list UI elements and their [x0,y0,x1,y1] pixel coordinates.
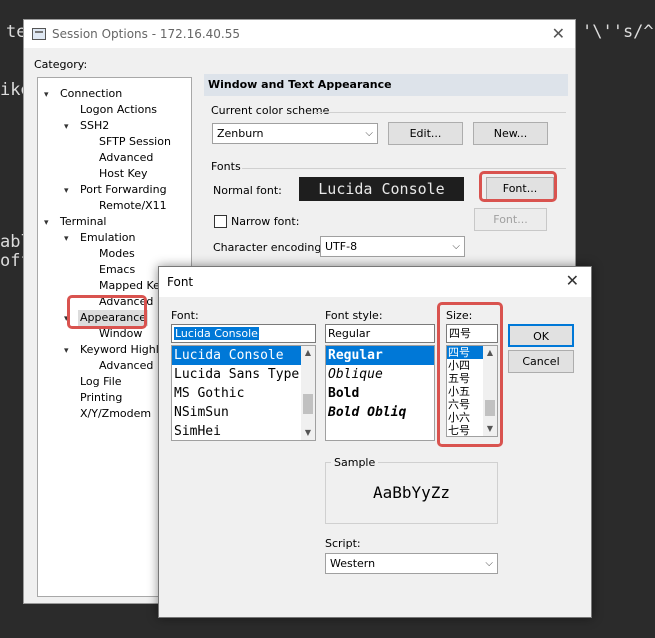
collapse-icon[interactable]: ▾ [64,186,69,196]
tree-item-host-key[interactable]: Host Key [99,166,148,182]
font-dialog-titlebar[interactable]: Font [159,267,591,297]
close-icon[interactable]: ✕ [552,24,565,43]
normal-font-label: Normal font: [213,184,282,197]
highlight-size-list [437,302,503,447]
script-select[interactable]: Western ⌵ [325,553,498,574]
tree-item-ssh2-advanced[interactable]: Advanced [99,150,153,166]
chevron-down-icon: ⌵ [485,558,493,569]
font-dialog: Font ✕ Font: Lucida Console Lucida Conso… [158,266,592,618]
tree-item-log-file[interactable]: Log File [80,374,122,390]
list-item[interactable]: MS Gothic [172,384,315,403]
list-item[interactable]: SimHei [172,422,315,440]
tree-item-connection[interactable]: Connection [60,86,122,102]
tree-item-printing[interactable]: Printing [80,390,122,406]
tree-item-modes[interactable]: Modes [99,246,135,262]
tree-item-port-forwarding[interactable]: Port Forwarding [80,182,167,198]
cancel-button[interactable]: Cancel [508,350,574,373]
highlight-font-button [479,171,557,202]
terminal-text: '\''s/^ [582,22,654,42]
encoding-value: UTF-8 [325,240,358,253]
sample-box: AaBbYyZz [325,462,498,524]
chevron-down-icon: ⌵ [452,241,460,252]
new-scheme-button[interactable]: New... [473,122,548,145]
list-item[interactable]: Lucida Sans Type [172,365,315,384]
color-scheme-value: Zenburn [217,127,264,140]
chevron-down-icon: ⌵ [365,128,373,139]
session-title: Session Options - 172.16.40.55 [52,27,241,41]
script-value: Western [330,557,376,570]
tree-item-xyzmodem[interactable]: X/Y/Zmodem [80,406,151,422]
fonts-group-label: Fonts [211,160,241,173]
collapse-icon[interactable]: ▾ [64,122,69,132]
panel-title: Window and Text Appearance [204,74,568,96]
encoding-select[interactable]: UTF-8 ⌵ [320,236,465,257]
script-label: Script: [325,537,361,550]
scroll-up-icon[interactable]: ▲ [301,346,315,360]
font-style-input[interactable]: Regular [325,324,435,343]
tree-item-emulation[interactable]: Emulation [80,230,136,246]
edit-scheme-button[interactable]: Edit... [388,122,463,145]
font-name-value: Lucida Console [174,327,259,340]
close-icon[interactable]: ✕ [566,271,579,290]
session-titlebar[interactable]: Session Options - 172.16.40.55 ✕ [24,20,575,48]
narrow-font-button[interactable]: Font... [474,208,547,231]
window-icon [32,28,46,40]
collapse-icon[interactable]: ▾ [64,346,69,356]
scroll-thumb[interactable] [303,394,313,414]
narrow-font-label: Narrow font: [231,215,300,228]
font-list-scrollbar[interactable]: ▲ ▼ [301,346,315,440]
group-divider [314,112,566,113]
tree-item-remote-x11[interactable]: Remote/X11 [99,198,167,214]
list-item[interactable]: Oblique [326,365,434,384]
tree-item-sftp-session[interactable]: SFTP Session [99,134,171,150]
style-label: Font style: [325,309,383,322]
collapse-icon[interactable]: ▾ [64,234,69,244]
list-item[interactable]: Lucida Console [172,346,315,365]
style-list[interactable]: Regular Oblique Bold Bold Obliq [325,345,435,441]
font-name-input[interactable]: Lucida Console [171,324,316,343]
tree-item-emacs[interactable]: Emacs [99,262,135,278]
tree-item-ssh2[interactable]: SSH2 [80,118,109,134]
font-label: Font: [171,309,199,322]
collapse-icon[interactable]: ▾ [44,90,49,100]
list-item[interactable]: Bold [326,384,434,403]
tree-item-logon-actions[interactable]: Logon Actions [80,102,157,118]
sample-label: Sample [331,456,379,469]
tree-item-keyword-advanced[interactable]: Advanced [99,358,153,374]
list-item[interactable]: Regular [326,346,434,365]
color-scheme-group-label: Current color scheme [211,104,330,117]
category-label: Category: [34,58,88,71]
normal-font-preview: Lucida Console [299,177,464,201]
font-list[interactable]: Lucida Console Lucida Sans Type MS Gothi… [171,345,316,441]
list-item[interactable]: Bold Obliq [326,403,434,422]
ok-button[interactable]: OK [508,324,574,347]
collapse-icon[interactable]: ▾ [44,218,49,228]
narrow-font-checkbox[interactable] [214,215,227,228]
scroll-down-icon[interactable]: ▼ [301,426,315,440]
highlight-appearance [67,295,147,329]
group-divider [242,168,566,169]
sample-text: AaBbYyZz [372,483,451,502]
encoding-label: Character encoding: [213,241,326,254]
color-scheme-select[interactable]: Zenburn ⌵ [212,123,378,144]
list-item[interactable]: NSimSun [172,403,315,422]
tree-item-terminal[interactable]: Terminal [60,214,107,230]
